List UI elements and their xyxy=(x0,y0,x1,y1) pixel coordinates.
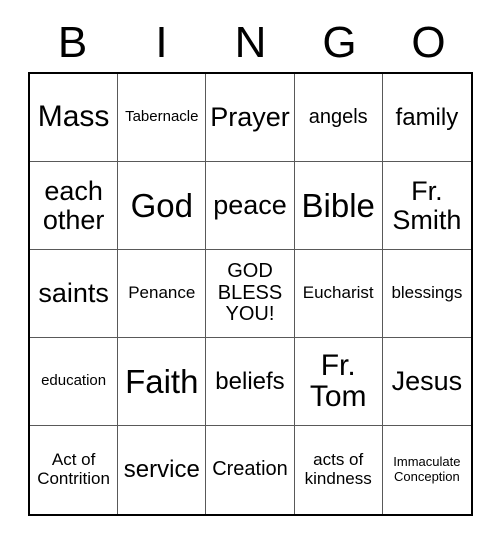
bingo-cell-label: Prayer xyxy=(210,102,290,133)
bingo-cell-label: Penance xyxy=(128,283,196,303)
bingo-cell[interactable]: Fr. Tom xyxy=(294,338,383,426)
bingo-cell[interactable]: each other xyxy=(30,162,119,250)
bingo-cell-label: God xyxy=(130,186,193,224)
bingo-cell-label: beliefs xyxy=(215,367,285,395)
bingo-free-space-cell[interactable]: GOD BLESS YOU! xyxy=(206,250,295,338)
bingo-cell[interactable]: Penance xyxy=(118,250,207,338)
bingo-cell-label: blessings xyxy=(391,283,463,303)
bingo-header-letter-g: G xyxy=(322,18,357,67)
bingo-cell-label: Creation xyxy=(212,458,288,481)
bingo-cell[interactable]: Tabernacle xyxy=(118,74,207,162)
bingo-cell[interactable]: Faith xyxy=(118,338,207,426)
bingo-cell-label: Immaculate Conception xyxy=(393,454,461,484)
bingo-cell-label: angels xyxy=(308,105,368,128)
bingo-cell[interactable]: peace xyxy=(206,162,295,250)
bingo-header-letter-n: N xyxy=(234,18,267,67)
bingo-cell[interactable]: saints xyxy=(30,250,119,338)
bingo-cell-label: each other xyxy=(42,176,105,235)
bingo-cell[interactable]: Creation xyxy=(206,426,295,514)
bingo-cell[interactable]: Jesus xyxy=(382,338,471,426)
bingo-cell[interactable]: beliefs xyxy=(206,338,295,426)
bingo-cell[interactable]: Fr. Smith xyxy=(382,162,471,250)
bingo-cell[interactable]: service xyxy=(118,426,207,514)
bingo-cell-label: education xyxy=(41,372,107,390)
bingo-cell-label: acts of kindness xyxy=(304,450,372,488)
bingo-cell[interactable]: education xyxy=(30,338,119,426)
bingo-cell[interactable]: Mass xyxy=(30,74,119,162)
bingo-cell-label: family xyxy=(395,103,459,131)
bingo-cell-label: Eucharist xyxy=(302,283,374,303)
bingo-card: B I N G O Mass Tabernacle Prayer angels fami… xyxy=(0,0,500,544)
bingo-header-letter-o: O xyxy=(411,18,446,67)
bingo-cell-label: Fr. Smith xyxy=(392,176,462,235)
bingo-cell-label: peace xyxy=(213,190,287,221)
bingo-cell[interactable]: acts of kindness xyxy=(294,426,383,514)
bingo-cell-label: Bible xyxy=(301,186,375,224)
bingo-cell[interactable]: Eucharist xyxy=(294,250,383,338)
bingo-cell[interactable]: family xyxy=(382,74,471,162)
bingo-cell[interactable]: Act of Contrition xyxy=(30,426,119,514)
bingo-cell-label: saints xyxy=(38,278,109,309)
bingo-header-letter-i: I xyxy=(155,18,168,67)
bingo-cell-label: Jesus xyxy=(391,366,463,397)
bingo-cell[interactable]: angels xyxy=(294,74,383,162)
bingo-cell-label: Faith xyxy=(125,362,199,400)
bingo-cell-label: Fr. Tom xyxy=(309,348,367,413)
bingo-cell-label: Act of Contrition xyxy=(37,450,110,488)
bingo-header-letter-b: B xyxy=(57,18,88,67)
bingo-cell[interactable]: God xyxy=(118,162,207,250)
bingo-cell[interactable]: blessings xyxy=(382,250,471,338)
bingo-cell-label: service xyxy=(123,456,200,484)
bingo-cell[interactable]: Prayer xyxy=(206,74,295,162)
bingo-header-row: B I N G O xyxy=(28,14,473,72)
bingo-grid: Mass Tabernacle Prayer angels family each oth… xyxy=(28,72,473,516)
bingo-cell[interactable]: Immaculate Conception xyxy=(382,426,471,514)
bingo-cell-label: Mass xyxy=(37,100,110,134)
bingo-cell-label: GOD BLESS YOU! xyxy=(217,260,283,326)
bingo-cell[interactable]: Bible xyxy=(294,162,383,250)
bingo-cell-label: Tabernacle xyxy=(125,108,199,126)
